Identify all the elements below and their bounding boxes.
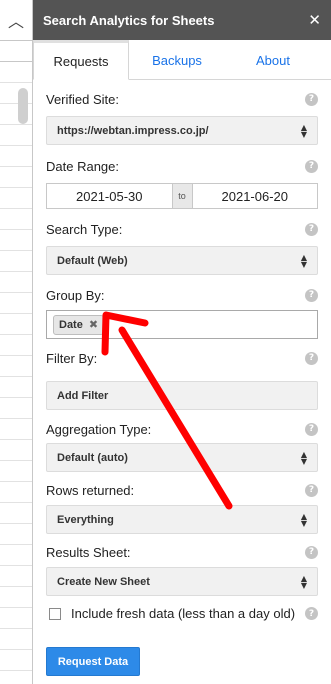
- aggregation-type-label: Aggregation Type:: [46, 421, 152, 437]
- group-by-label: Group By:: [46, 287, 105, 303]
- date-range-separator: to: [171, 184, 193, 208]
- sidebar-panel: Search Analytics for Sheets ✕ Requests B…: [33, 0, 331, 684]
- date-range-label: Date Range:: [46, 158, 119, 174]
- date-range-label-row: Date Range: ?: [46, 157, 318, 175]
- start-date-input[interactable]: 2021-05-30: [47, 184, 172, 208]
- select-arrows-icon: ▲ ▼: [300, 449, 307, 466]
- close-icon[interactable]: ✕: [308, 11, 321, 29]
- rows-returned-select[interactable]: Everything ▲ ▼: [46, 505, 318, 534]
- filter-by-label: Filter By:: [46, 350, 98, 366]
- help-icon[interactable]: ?: [305, 483, 318, 497]
- fresh-data-checkbox[interactable]: [49, 607, 61, 620]
- sheet-toolbar: ︿: [0, 0, 32, 40]
- help-icon[interactable]: ?: [305, 351, 318, 365]
- rows-returned-label: Rows returned:: [46, 482, 135, 498]
- panel-title: Search Analytics for Sheets: [43, 12, 215, 28]
- aggregation-type-select[interactable]: Default (auto) ▲ ▼: [46, 443, 318, 472]
- remove-chip-icon[interactable]: ✖: [89, 318, 98, 331]
- verified-site-value: https://webtan.impress.co.jp/: [57, 124, 209, 137]
- verified-site-label-row: Verified Site: ?: [46, 90, 318, 108]
- filter-by-label-row: Filter By: ?: [46, 349, 318, 367]
- search-type-label: Search Type:: [46, 221, 123, 237]
- select-arrows-icon: ▲ ▼: [300, 573, 307, 590]
- select-arrows-icon: ▲ ▼: [300, 122, 307, 139]
- sheet-header-row: [0, 40, 32, 62]
- tab-bar: Requests Backups About: [33, 40, 331, 80]
- request-data-button[interactable]: Request Data: [46, 647, 140, 676]
- tab-requests[interactable]: Requests: [33, 40, 129, 80]
- select-arrows-icon: ▲ ▼: [300, 511, 307, 528]
- verified-site-label: Verified Site:: [46, 91, 119, 107]
- end-date-input[interactable]: 2021-06-20: [192, 184, 317, 208]
- verified-site-select[interactable]: https://webtan.impress.co.jp/ ▲ ▼: [46, 116, 318, 145]
- group-by-label-row: Group By: ?: [46, 286, 318, 304]
- results-sheet-value: Create New Sheet: [57, 575, 150, 588]
- rows-returned-value: Everything: [57, 513, 114, 526]
- tab-about[interactable]: About: [225, 40, 321, 80]
- fresh-data-row: Include fresh data (less than a day old)…: [46, 606, 318, 621]
- group-by-input[interactable]: Date ✖: [46, 310, 318, 339]
- help-icon[interactable]: ?: [305, 92, 318, 106]
- tab-backups[interactable]: Backups: [129, 40, 225, 80]
- help-icon[interactable]: ?: [305, 159, 318, 173]
- search-type-label-row: Search Type: ?: [46, 220, 318, 238]
- results-sheet-label-row: Results Sheet: ?: [46, 543, 318, 561]
- help-icon[interactable]: ?: [305, 288, 318, 302]
- help-icon[interactable]: ?: [305, 422, 318, 436]
- aggregation-type-value: Default (auto): [57, 451, 128, 464]
- spreadsheet-strip: ︿: [0, 0, 33, 684]
- sheet-grid: [0, 62, 32, 684]
- help-icon[interactable]: ?: [305, 545, 318, 559]
- search-type-select[interactable]: Default (Web) ▲ ▼: [46, 246, 318, 275]
- results-sheet-label: Results Sheet:: [46, 544, 131, 560]
- help-icon[interactable]: ?: [305, 607, 318, 620]
- search-type-value: Default (Web): [57, 254, 128, 267]
- chip-label: Date: [59, 318, 83, 331]
- help-icon[interactable]: ?: [305, 222, 318, 236]
- sheet-scrollbar[interactable]: [18, 88, 28, 124]
- select-arrows-icon: ▲ ▼: [300, 252, 307, 269]
- results-sheet-select[interactable]: Create New Sheet ▲ ▼: [46, 567, 318, 596]
- chevron-up-icon[interactable]: ︿: [8, 8, 24, 32]
- requests-form: Verified Site: ? https://webtan.impress.…: [33, 90, 331, 676]
- date-range-inputs: 2021-05-30 to 2021-06-20: [46, 183, 318, 209]
- fresh-data-option: Include fresh data (less than a day old): [46, 606, 295, 621]
- panel-header: Search Analytics for Sheets ✕: [33, 0, 331, 40]
- group-by-chip-date: Date ✖: [53, 314, 105, 335]
- add-filter-button[interactable]: Add Filter: [46, 381, 318, 410]
- aggregation-type-label-row: Aggregation Type: ?: [46, 420, 318, 438]
- fresh-data-label: Include fresh data (less than a day old): [71, 606, 296, 621]
- rows-returned-label-row: Rows returned: ?: [46, 481, 318, 499]
